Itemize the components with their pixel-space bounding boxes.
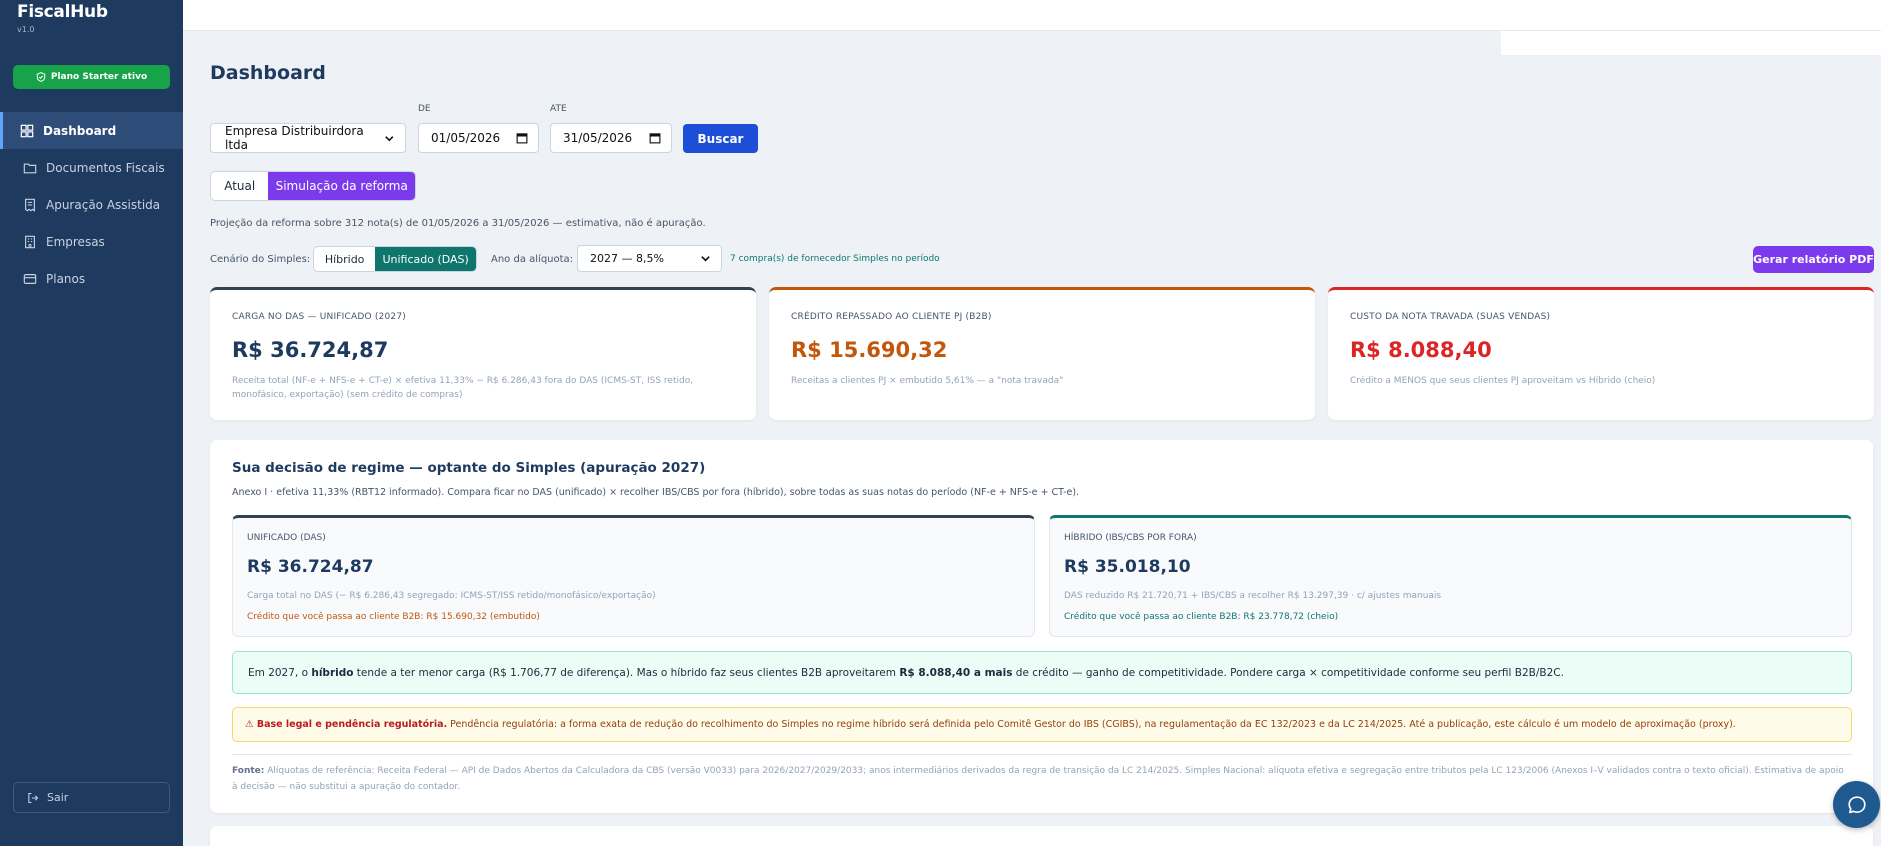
regime-decision-panel: Sua decisão de regime — optante do Simpl… [210,440,1873,813]
date-from-value: 01/05/2026 [431,131,501,145]
option-description: DAS reduzido R$ 21.720,71 + IBS/CBS a re… [1064,591,1442,601]
sidebar-item-label: Empresas [46,234,105,249]
rate-year-value: 2027 — 8,5% [590,252,664,265]
option-label: UNIFICADO (DAS) [247,533,326,543]
kpi-description: Receita total (NF-e + NFS-e + CT-e) × ef… [232,376,694,400]
warning-text: Pendência regulatória: a forma exata de … [447,719,1736,730]
top-bar-extension [1501,31,1881,55]
scenario-label: Cenário do Simples: [210,254,311,265]
sidebar-item-empresas[interactable]: Empresas [0,223,183,260]
kpi-label: CUSTO DA NOTA TRAVADA (SUAS VENDAS) [1350,312,1551,322]
kpi-description: Crédito a MENOS que seus clientes PJ apr… [1350,376,1656,386]
date-to-label: ATE [550,104,567,114]
sidebar-item-dashboard[interactable]: Dashboard [0,112,183,149]
scenario-option-hibrido[interactable]: Híbrido [314,247,375,271]
logout-button[interactable]: Sair [13,782,170,813]
insight-highlight: híbrido [311,666,354,679]
sidebar-item-label: Apuração Assistida [46,197,161,212]
page-title: Dashboard [210,62,326,84]
building-icon [25,235,35,248]
kpi-card-das: CARGA NO DAS — UNIFICADO (2027) R$ 36.72… [210,287,756,420]
sidebar-item-planos[interactable]: Planos [0,260,183,297]
decision-subtitle: Anexo I · efetiva 11,33% (RBT12 informad… [232,487,1080,498]
kpi-label: CRÉDITO REPASSADO AO CLIENTE PJ (B2B) [791,312,992,322]
kpi-card-credito-b2b: CRÉDITO REPASSADO AO CLIENTE PJ (B2B) R$… [769,287,1315,420]
sidebar-item-apuracao-assistida[interactable]: Apuração Assistida [0,186,183,223]
option-label: HÍBRIDO (IBS/CBS POR FORA) [1064,533,1197,543]
chat-button[interactable] [1833,781,1880,828]
tab-atual[interactable]: Atual [211,172,268,200]
warning-title: ⚠ Base legal e pendência regulatória. [245,719,448,730]
tab-simulacao-reforma[interactable]: Simulação da reforma [268,172,415,200]
next-section-card [210,826,1873,846]
top-bar [183,0,1881,31]
source-note: Fonte: Alíquotas de referência: Receita … [232,763,1852,795]
chat-icon [1847,795,1866,813]
insight-text: Em 2027, o [248,666,312,679]
supplier-note: 7 compra(s) de fornecedor Simples no per… [730,254,940,264]
rate-year-label: Ano da alíquota: [491,254,574,265]
kpi-value: R$ 15.690,32 [791,338,948,362]
generate-pdf-button[interactable]: Gerar relatório PDF [1753,246,1874,273]
chevron-down-icon [385,135,394,141]
sidebar-nav: Dashboard Documentos Fiscais Apuração As… [0,112,183,297]
sidebar-item-label: Planos [46,271,86,286]
insight-text: tende a ter menor carga (R$ 1.706,77 de … [353,666,900,679]
kpi-description: Receitas a clientes PJ × embutido 5,61% … [791,376,1064,386]
source-text: Alíquotas de referência: Receita Federal… [232,766,1844,792]
sidebar: FiscalHub v1.0 Plano Starter ativo Dashb… [0,0,183,846]
calendar-icon[interactable] [516,132,528,144]
kpi-value: R$ 8.088,40 [1350,338,1492,362]
scenario-option-unificado[interactable]: Unificado (DAS) [375,247,476,271]
option-card-hibrido: HÍBRIDO (IBS/CBS POR FORA) R$ 35.018,10 … [1049,515,1852,637]
option-credit-note: Crédito que você passa ao cliente B2B: R… [1064,612,1339,622]
sidebar-item-label: Dashboard [43,123,117,138]
chevron-down-icon [701,256,710,262]
folder-icon [23,162,37,173]
company-select-value: Empresa Distribuirdora ltda [225,124,364,152]
divider [232,754,1852,755]
plan-status-button[interactable]: Plano Starter ativo [13,65,170,89]
rate-year-select[interactable]: 2027 — 8,5% [577,245,722,272]
sidebar-item-documentos-fiscais[interactable]: Documentos Fiscais [0,149,183,186]
option-value: R$ 36.724,87 [247,557,374,577]
sidebar-item-label: Documentos Fiscais [46,160,165,175]
insight-highlight: R$ 8.088,40 a mais [899,666,1013,679]
option-card-unificado: UNIFICADO (DAS) R$ 36.724,87 Carga total… [232,515,1035,637]
view-toggle: Atual Simulação da reforma [210,171,416,201]
kpi-label: CARGA NO DAS — UNIFICADO (2027) [232,312,406,322]
date-from-label: DE [418,104,431,114]
dashboard-icon [20,124,34,137]
kpi-value: R$ 36.724,87 [232,338,389,362]
credit-card-icon [23,273,37,284]
search-button[interactable]: Buscar [683,124,758,153]
decision-title: Sua decisão de regime — optante do Simpl… [232,460,706,476]
date-to-value: 31/05/2026 [563,131,633,145]
insight-box: Em 2027, o híbrido tende a ter menor car… [232,651,1852,694]
scenario-toggle: Híbrido Unificado (DAS) [313,246,477,272]
receipt-icon [25,198,35,212]
calendar-icon[interactable] [649,132,661,144]
plan-status-label: Plano Starter ativo [50,72,148,82]
option-description: Carga total no DAS (− R$ 6.286,43 segreg… [247,591,656,601]
date-to-input[interactable]: 31/05/2026 [550,123,672,153]
source-label: Fonte: [232,766,265,776]
logout-icon [28,792,39,803]
logout-label: Sair [47,791,69,804]
option-value: R$ 35.018,10 [1064,557,1191,577]
insight-text: de crédito — ganho de competitividade. P… [1012,666,1564,679]
projection-note: Projeção da reforma sobre 312 nota(s) de… [210,218,706,229]
app-version: v1.0 [17,25,35,34]
kpi-card-nota-travada: CUSTO DA NOTA TRAVADA (SUAS VENDAS) R$ 8… [1328,287,1874,420]
regulatory-warning: ⚠ Base legal e pendência regulatória. Pe… [232,707,1852,742]
shield-check-icon [36,72,46,82]
app-logo: FiscalHub [17,2,108,22]
company-select[interactable]: Empresa Distribuirdora ltda [210,123,406,153]
option-credit-note: Crédito que você passa ao cliente B2B: R… [247,612,540,622]
date-from-input[interactable]: 01/05/2026 [418,123,539,153]
